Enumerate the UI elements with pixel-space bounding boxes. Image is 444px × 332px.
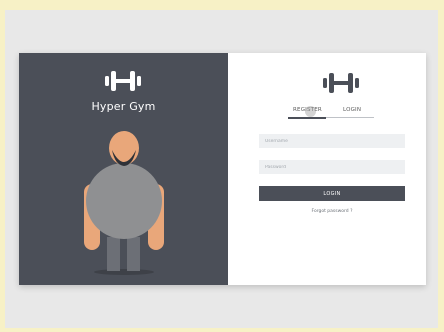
brand-name: Hyper Gym xyxy=(91,100,156,113)
gym-character-illustration xyxy=(84,131,164,275)
active-tab-indicator xyxy=(288,117,326,119)
forgot-password-link[interactable]: Forgot password ? xyxy=(259,209,405,214)
password-input[interactable] xyxy=(259,160,405,174)
dumbbell-icon xyxy=(105,71,141,91)
auth-tabs: REGISTER LOGIN xyxy=(288,106,374,121)
cursor-highlight xyxy=(305,106,316,117)
background-stage: Hyper Gym REGISTER LOGIN Username LOGIN … xyxy=(5,10,438,328)
form-panel: REGISTER LOGIN LOGIN Forgot password ? xyxy=(228,53,426,285)
tab-login[interactable]: LOGIN xyxy=(343,107,361,113)
login-button[interactable]: LOGIN xyxy=(259,186,405,201)
username-input[interactable] xyxy=(259,134,405,148)
brand-panel: Hyper Gym xyxy=(19,53,228,285)
dumbbell-icon xyxy=(323,73,359,93)
auth-card: Hyper Gym REGISTER LOGIN Username LOGIN … xyxy=(19,53,426,285)
